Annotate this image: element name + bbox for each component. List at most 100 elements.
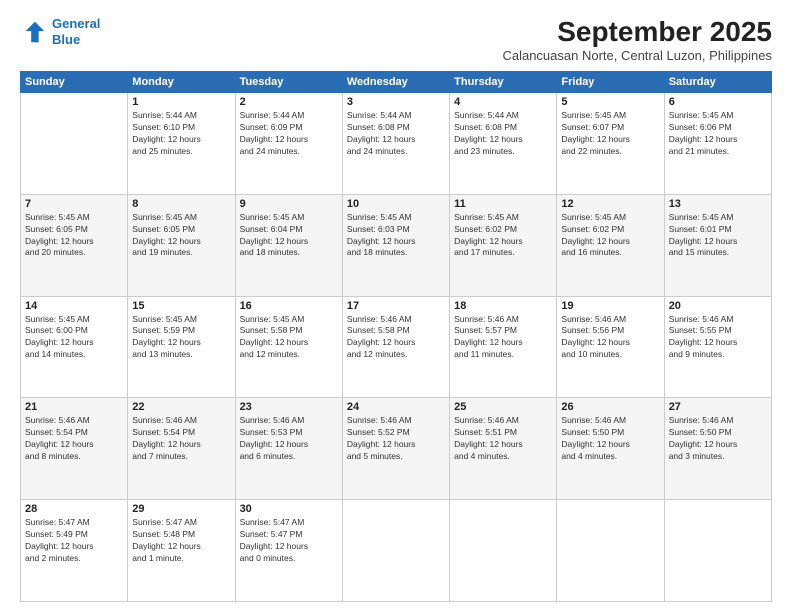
table-row: 22 Sunrise: 5:46 AM Sunset: 5:54 PM Dayli… (128, 398, 235, 500)
day-info: Sunrise: 5:46 AM Sunset: 5:56 PM Dayligh… (561, 314, 659, 362)
day-number: 15 (132, 300, 230, 312)
title-block: September 2025 Calancuasan Norte, Centra… (502, 16, 772, 63)
day-info: Sunrise: 5:45 AM Sunset: 5:58 PM Dayligh… (240, 314, 338, 362)
day-info: Sunrise: 5:44 AM Sunset: 6:08 PM Dayligh… (347, 110, 445, 158)
day-number: 2 (240, 96, 338, 108)
table-row (450, 500, 557, 602)
day-number: 12 (561, 198, 659, 210)
day-number: 19 (561, 300, 659, 312)
header: General Blue September 2025 Calancuasan … (20, 16, 772, 63)
calendar-week-3: 14Sunrise: 5:45 AM Sunset: 6:00 PM Dayli… (21, 296, 772, 398)
month-title: September 2025 (502, 16, 772, 48)
day-info: Sunrise: 5:46 AM Sunset: 5:57 PM Dayligh… (454, 314, 552, 362)
table-row: 5 Sunrise: 5:45 AM Sunset: 6:07 PM Daylig… (557, 93, 664, 195)
day-number: 8 (132, 198, 230, 210)
day-info: Sunrise: 5:45 AM Sunset: 6:07 PM Dayligh… (561, 110, 659, 158)
day-number: 5 (561, 96, 659, 108)
day-number: 4 (454, 96, 552, 108)
table-row: 27Sunrise: 5:46 AM Sunset: 5:50 PM Dayli… (664, 398, 771, 500)
day-number: 10 (347, 198, 445, 210)
day-info: Sunrise: 5:46 AM Sunset: 5:54 PM Dayligh… (132, 415, 230, 463)
logo-text: General Blue (52, 16, 100, 47)
day-info: Sunrise: 5:45 AM Sunset: 6:02 PM Dayligh… (454, 212, 552, 260)
logo: General Blue (20, 16, 100, 47)
day-info: Sunrise: 5:46 AM Sunset: 5:54 PM Dayligh… (25, 415, 123, 463)
col-thursday: Thursday (450, 72, 557, 93)
table-row: 13 Sunrise: 5:45 AM Sunset: 6:01 PM Dayli… (664, 194, 771, 296)
table-row: 30 Sunrise: 5:47 AM Sunset: 5:47 PM Dayli… (235, 500, 342, 602)
table-row: 26 Sunrise: 5:46 AM Sunset: 5:50 PM Dayli… (557, 398, 664, 500)
day-number: 9 (240, 198, 338, 210)
day-info: Sunrise: 5:46 AM Sunset: 5:52 PM Dayligh… (347, 415, 445, 463)
day-info: Sunrise: 5:44 AM Sunset: 6:08 PM Dayligh… (454, 110, 552, 158)
day-number: 23 (240, 401, 338, 413)
day-number: 3 (347, 96, 445, 108)
day-info: Sunrise: 5:46 AM Sunset: 5:58 PM Dayligh… (347, 314, 445, 362)
day-number: 11 (454, 198, 552, 210)
calendar-week-2: 7Sunrise: 5:45 AM Sunset: 6:05 PM Daylig… (21, 194, 772, 296)
table-row (21, 93, 128, 195)
col-tuesday: Tuesday (235, 72, 342, 93)
table-row: 9Sunrise: 5:45 AM Sunset: 6:04 PM Daylig… (235, 194, 342, 296)
table-row: 12 Sunrise: 5:45 AM Sunset: 6:02 PM Dayli… (557, 194, 664, 296)
day-info: Sunrise: 5:45 AM Sunset: 6:01 PM Dayligh… (669, 212, 767, 260)
day-info: Sunrise: 5:44 AM Sunset: 6:10 PM Dayligh… (132, 110, 230, 158)
table-row: 14Sunrise: 5:45 AM Sunset: 6:00 PM Dayli… (21, 296, 128, 398)
day-number: 29 (132, 503, 230, 515)
logo-line1: General (52, 16, 100, 31)
day-info: Sunrise: 5:47 AM Sunset: 5:48 PM Dayligh… (132, 517, 230, 565)
table-row: 8 Sunrise: 5:45 AM Sunset: 6:05 PM Daylig… (128, 194, 235, 296)
day-number: 13 (669, 198, 767, 210)
table-row (664, 500, 771, 602)
day-number: 30 (240, 503, 338, 515)
day-info: Sunrise: 5:45 AM Sunset: 6:03 PM Dayligh… (347, 212, 445, 260)
page: General Blue September 2025 Calancuasan … (0, 0, 792, 612)
col-monday: Monday (128, 72, 235, 93)
calendar-header-row: Sunday Monday Tuesday Wednesday Thursday… (21, 72, 772, 93)
calendar-week-1: 1 Sunrise: 5:44 AM Sunset: 6:10 PM Daylig… (21, 93, 772, 195)
day-number: 17 (347, 300, 445, 312)
day-info: Sunrise: 5:45 AM Sunset: 6:05 PM Dayligh… (25, 212, 123, 260)
day-number: 22 (132, 401, 230, 413)
day-number: 20 (669, 300, 767, 312)
table-row: 16 Sunrise: 5:45 AM Sunset: 5:58 PM Dayli… (235, 296, 342, 398)
table-row: 23Sunrise: 5:46 AM Sunset: 5:53 PM Dayli… (235, 398, 342, 500)
table-row: 19 Sunrise: 5:46 AM Sunset: 5:56 PM Dayli… (557, 296, 664, 398)
calendar-table: Sunday Monday Tuesday Wednesday Thursday… (20, 71, 772, 602)
day-number: 21 (25, 401, 123, 413)
table-row: 2 Sunrise: 5:44 AM Sunset: 6:09 PM Daylig… (235, 93, 342, 195)
day-info: Sunrise: 5:45 AM Sunset: 6:05 PM Dayligh… (132, 212, 230, 260)
col-sunday: Sunday (21, 72, 128, 93)
table-row: 3 Sunrise: 5:44 AM Sunset: 6:08 PM Daylig… (342, 93, 449, 195)
day-info: Sunrise: 5:47 AM Sunset: 5:49 PM Dayligh… (25, 517, 123, 565)
day-info: Sunrise: 5:47 AM Sunset: 5:47 PM Dayligh… (240, 517, 338, 565)
day-number: 24 (347, 401, 445, 413)
day-info: Sunrise: 5:46 AM Sunset: 5:55 PM Dayligh… (669, 314, 767, 362)
table-row: 11 Sunrise: 5:45 AM Sunset: 6:02 PM Dayli… (450, 194, 557, 296)
table-row: 28Sunrise: 5:47 AM Sunset: 5:49 PM Dayli… (21, 500, 128, 602)
day-number: 26 (561, 401, 659, 413)
table-row: 18Sunrise: 5:46 AM Sunset: 5:57 PM Dayli… (450, 296, 557, 398)
day-number: 25 (454, 401, 552, 413)
day-number: 1 (132, 96, 230, 108)
calendar-week-5: 28Sunrise: 5:47 AM Sunset: 5:49 PM Dayli… (21, 500, 772, 602)
table-row: 6 Sunrise: 5:45 AM Sunset: 6:06 PM Daylig… (664, 93, 771, 195)
location-subtitle: Calancuasan Norte, Central Luzon, Philip… (502, 48, 772, 63)
table-row: 17 Sunrise: 5:46 AM Sunset: 5:58 PM Dayli… (342, 296, 449, 398)
day-info: Sunrise: 5:45 AM Sunset: 6:06 PM Dayligh… (669, 110, 767, 158)
table-row: 25 Sunrise: 5:46 AM Sunset: 5:51 PM Dayli… (450, 398, 557, 500)
day-number: 16 (240, 300, 338, 312)
col-wednesday: Wednesday (342, 72, 449, 93)
day-info: Sunrise: 5:44 AM Sunset: 6:09 PM Dayligh… (240, 110, 338, 158)
day-info: Sunrise: 5:45 AM Sunset: 5:59 PM Dayligh… (132, 314, 230, 362)
table-row: 10 Sunrise: 5:45 AM Sunset: 6:03 PM Dayli… (342, 194, 449, 296)
day-number: 6 (669, 96, 767, 108)
day-info: Sunrise: 5:46 AM Sunset: 5:50 PM Dayligh… (561, 415, 659, 463)
day-info: Sunrise: 5:46 AM Sunset: 5:50 PM Dayligh… (669, 415, 767, 463)
table-row: 29 Sunrise: 5:47 AM Sunset: 5:48 PM Dayli… (128, 500, 235, 602)
table-row: 15 Sunrise: 5:45 AM Sunset: 5:59 PM Dayli… (128, 296, 235, 398)
day-info: Sunrise: 5:46 AM Sunset: 5:51 PM Dayligh… (454, 415, 552, 463)
day-info: Sunrise: 5:45 AM Sunset: 6:02 PM Dayligh… (561, 212, 659, 260)
table-row: 24 Sunrise: 5:46 AM Sunset: 5:52 PM Dayli… (342, 398, 449, 500)
table-row: 4 Sunrise: 5:44 AM Sunset: 6:08 PM Daylig… (450, 93, 557, 195)
